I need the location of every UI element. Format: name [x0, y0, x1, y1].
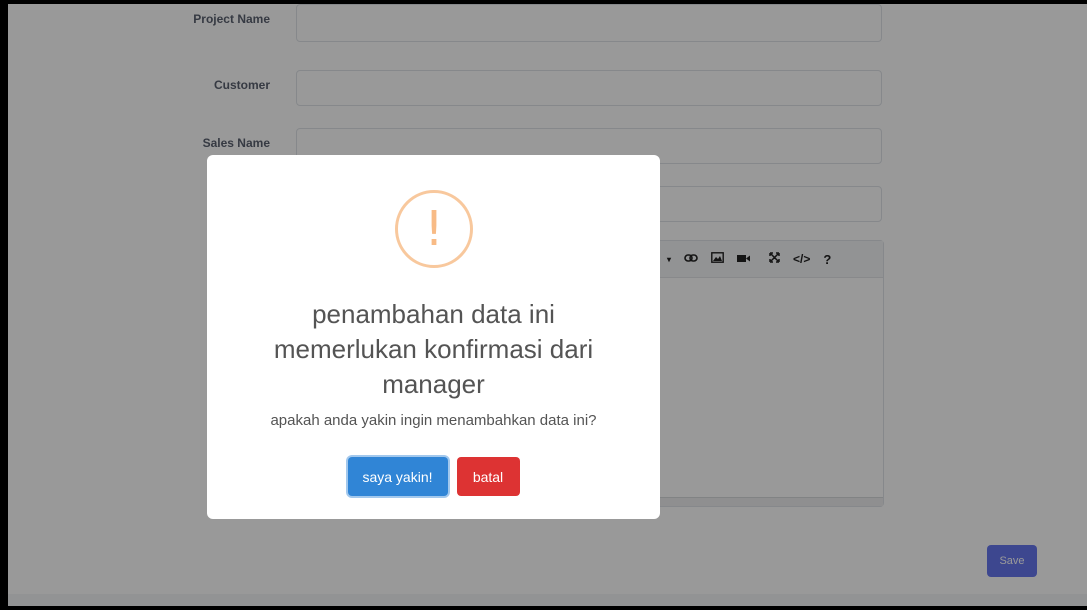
dialog-message: apakah anda yakin ingin menambahkan data…: [270, 412, 597, 429]
dialog-actions: saya yakin! batal: [207, 457, 660, 496]
cancel-button[interactable]: batal: [456, 457, 520, 496]
dialog-title: penambahan data ini memerlukan konfirmas…: [273, 299, 594, 399]
confirmation-dialog: ! penambahan data ini memerlukan konfirm…: [207, 155, 660, 519]
warning-icon: !: [395, 190, 473, 268]
exclamation-mark-icon: !: [424, 201, 444, 257]
confirm-button[interactable]: saya yakin!: [347, 457, 448, 496]
